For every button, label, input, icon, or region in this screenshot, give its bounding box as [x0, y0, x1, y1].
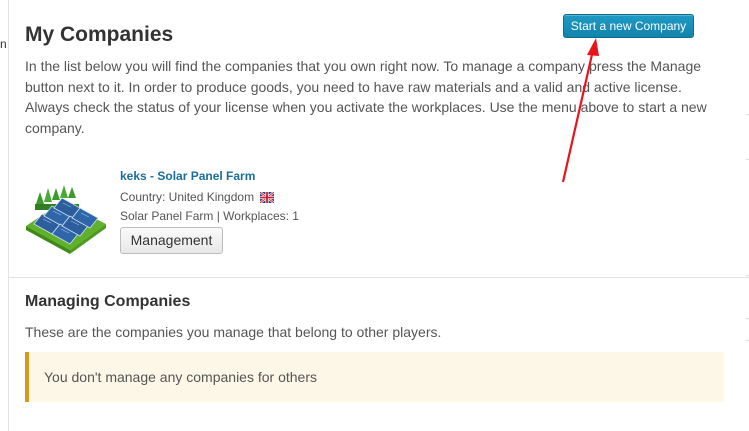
left-panel-edge — [0, 0, 9, 431]
managing-companies-title: Managing Companies — [25, 293, 191, 310]
uk-flag-icon — [260, 192, 275, 203]
management-button[interactable]: Management — [120, 227, 223, 254]
company-meta: Solar Panel Farm | Workplaces: 1 — [120, 209, 299, 223]
company-name-link[interactable]: keks - Solar Panel Farm — [120, 169, 255, 183]
left-panel-text-fragment: n — [0, 37, 7, 51]
solar-panel-farm-icon — [26, 185, 106, 254]
page-title: My Companies — [25, 23, 174, 46]
start-new-company-button[interactable]: Start a new Company — [563, 14, 694, 38]
company-country-label: Country: United Kingdom — [120, 190, 255, 204]
empty-managed-alert: You don't manage any companies for other… — [25, 352, 724, 402]
company-country: Country: United Kingdom — [120, 190, 275, 204]
intro-text: In the list below you will find the comp… — [25, 58, 707, 136]
empty-managed-message: You don't manage any companies for other… — [44, 369, 317, 385]
company-card: keks - Solar Panel Farm Country: United … — [22, 168, 322, 258]
managing-companies-description: These are the companies you manage that … — [25, 324, 442, 340]
section-divider — [9, 277, 749, 278]
